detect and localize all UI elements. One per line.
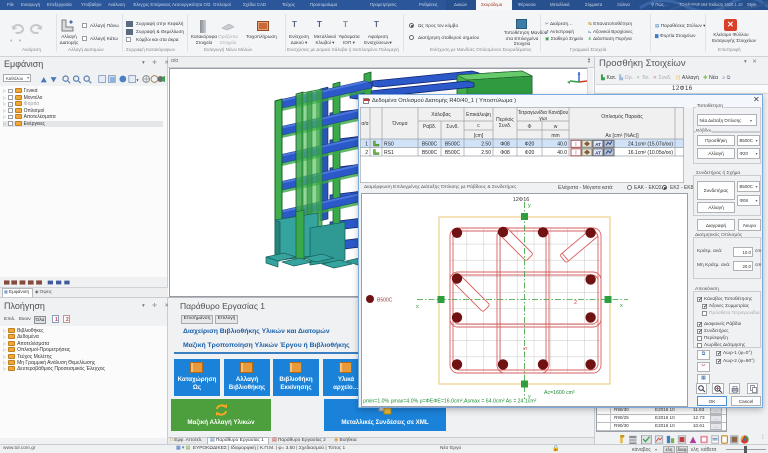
svg-text:Ι: Ι bbox=[575, 142, 576, 148]
svg-text:5: 5 bbox=[523, 347, 529, 350]
svg-text:24.1cm² (15.07o/oo): 24.1cm² (15.07o/oo) bbox=[628, 142, 673, 148]
svg-text:B500C: B500C bbox=[445, 142, 461, 148]
svg-text:Τετραγωνίδια Κανάβου: Τετραγωνίδια Κανάβου bbox=[518, 109, 569, 116]
svg-text:Συνδ.: Συνδ. bbox=[446, 124, 459, 130]
svg-text:Επικάλυψη: Επικάλυψη bbox=[466, 111, 491, 118]
svg-text:Φ08: Φ08 bbox=[500, 150, 510, 156]
svg-text:ΑΤ: ΑΤ bbox=[595, 142, 601, 147]
svg-text:w: w bbox=[554, 124, 558, 130]
svg-text:16.1cm² (10.05o/oo): 16.1cm² (10.05o/oo) bbox=[628, 150, 673, 156]
svg-text:[cm]: [cm] bbox=[474, 133, 484, 139]
svg-text:x: x bbox=[416, 304, 419, 310]
svg-text:2.50: 2.50 bbox=[481, 150, 491, 156]
svg-text:Συνδ.: Συνδ. bbox=[499, 123, 512, 129]
svg-text:mm: mm bbox=[551, 133, 559, 139]
svg-text:40.0: 40.0 bbox=[557, 142, 567, 148]
svg-text:B500C: B500C bbox=[422, 142, 438, 148]
svg-text:y: y bbox=[528, 203, 531, 209]
svg-text:2: 2 bbox=[365, 150, 368, 156]
svg-text:Χάλυβας: Χάλυβας bbox=[431, 111, 451, 118]
svg-text:40.0: 40.0 bbox=[557, 150, 567, 156]
svg-text:Οπλισμός Παρειάς: Οπλισμός Παρειάς bbox=[601, 113, 643, 120]
svg-text:Ι: Ι bbox=[575, 150, 576, 156]
svg-text:Ac=1600 cm²: Ac=1600 cm² bbox=[544, 390, 575, 396]
svg-text:B500C: B500C bbox=[377, 298, 393, 304]
svg-text:As [cm² (%Ac)]: As [cm² (%Ac)] bbox=[605, 133, 639, 139]
svg-text:B500C: B500C bbox=[422, 150, 438, 156]
svg-text:x: x bbox=[620, 303, 623, 309]
svg-text:12Φ16: 12Φ16 bbox=[513, 197, 530, 203]
svg-text:2: 2 bbox=[574, 300, 577, 306]
svg-text:Φ: Φ bbox=[528, 124, 532, 130]
svg-text:Φ20: Φ20 bbox=[525, 150, 535, 156]
svg-text:Περ/κός: Περ/κός bbox=[496, 116, 514, 123]
svg-text:γωι: γωι bbox=[539, 116, 547, 122]
svg-text:Φ08: Φ08 bbox=[500, 142, 510, 148]
svg-text:RS1: RS1 bbox=[384, 150, 394, 156]
svg-text:1: 1 bbox=[365, 142, 368, 148]
svg-text:Φ20: Φ20 bbox=[525, 142, 535, 148]
svg-text:ΑΤ: ΑΤ bbox=[595, 150, 601, 155]
svg-text:▾: ▾ bbox=[136, 78, 139, 83]
svg-text:Όνομα: Όνομα bbox=[392, 121, 408, 127]
svg-text:α/α: α/α bbox=[361, 121, 368, 127]
svg-text:2.50: 2.50 bbox=[481, 142, 491, 148]
svg-text:ρmin=1.0% ρmax=4.0% ρ=ΦΕΦΕ=16.: ρmin=1.0% ρmax=4.0% ρ=ΦΕΦΕ=16.0cm²,Asmax… bbox=[363, 399, 537, 405]
svg-text:RS0: RS0 bbox=[384, 142, 394, 148]
svg-text:B500C: B500C bbox=[445, 150, 461, 156]
svg-text:Ραβδ.: Ραβδ. bbox=[423, 124, 436, 130]
